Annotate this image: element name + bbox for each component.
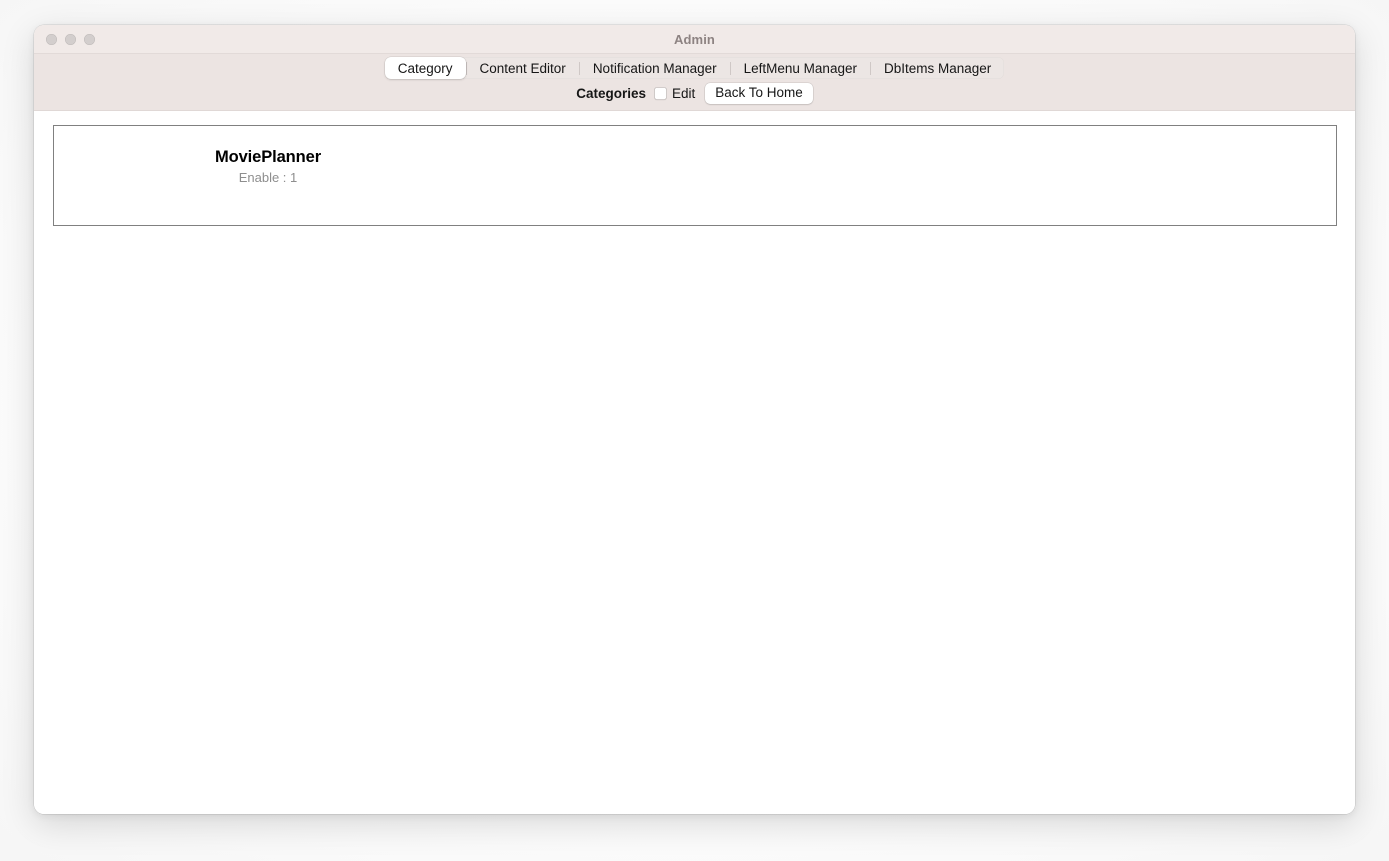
tab-category[interactable]: Category bbox=[384, 57, 466, 79]
category-card[interactable]: MoviePlanner Enable : 1 bbox=[53, 125, 1337, 226]
window-controls bbox=[46, 34, 95, 45]
tab-leftmenu-manager-label: LeftMenu Manager bbox=[743, 60, 857, 76]
admin-window: Admin Category Content Editor Notificati… bbox=[34, 25, 1355, 814]
category-enable-status: Enable : 1 bbox=[238, 170, 298, 185]
back-to-home-button[interactable]: Back To Home bbox=[705, 83, 813, 104]
window-titlebar: Admin bbox=[34, 25, 1355, 54]
tab-dbitems-manager-label: DbItems Manager bbox=[883, 60, 992, 76]
tab-dbitems-manager[interactable]: DbItems Manager bbox=[871, 57, 1004, 79]
toolbar-secondary-row: Categories Edit Back To Home bbox=[576, 83, 813, 104]
close-button-icon[interactable] bbox=[46, 34, 57, 45]
edit-checkbox[interactable] bbox=[653, 87, 667, 100]
category-card-text: MoviePlanner Enable : 1 bbox=[162, 147, 374, 187]
minimize-button-icon[interactable] bbox=[65, 34, 76, 45]
categories-label: Categories bbox=[576, 86, 646, 101]
window-title: Admin bbox=[674, 31, 715, 47]
toolbar: Category Content Editor Notification Man… bbox=[34, 54, 1355, 111]
tab-content-editor-label: Content Editor bbox=[479, 60, 566, 76]
edit-checkbox-label[interactable]: Edit bbox=[672, 86, 695, 101]
zoom-button-icon[interactable] bbox=[84, 34, 95, 45]
category-name: MoviePlanner bbox=[214, 148, 322, 166]
tab-notification-manager[interactable]: Notification Manager bbox=[580, 57, 730, 79]
tab-content-editor[interactable]: Content Editor bbox=[467, 57, 579, 79]
tab-leftmenu-manager[interactable]: LeftMenu Manager bbox=[731, 57, 870, 79]
desktop-backdrop: Admin Category Content Editor Notificati… bbox=[0, 0, 1389, 861]
tab-bar: Category Content Editor Notification Man… bbox=[384, 57, 1005, 79]
content-area: MoviePlanner Enable : 1 bbox=[34, 111, 1355, 814]
tab-notification-manager-label: Notification Manager bbox=[592, 60, 717, 76]
tab-category-label: Category bbox=[397, 60, 453, 76]
